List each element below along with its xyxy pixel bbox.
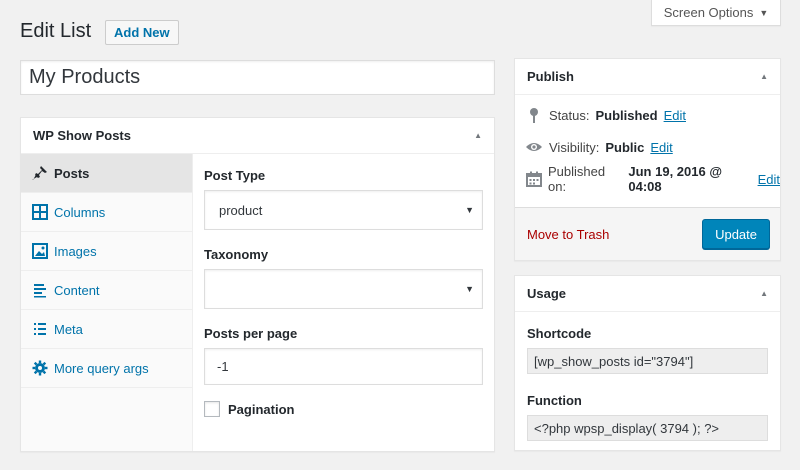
tab-label: Meta (54, 321, 83, 337)
pin-icon (525, 107, 543, 123)
page-title: Edit List (20, 20, 92, 42)
tab-content[interactable]: Content (21, 271, 192, 310)
pagination-checkbox[interactable] (204, 401, 220, 417)
status-row: Status: Published Edit (515, 99, 780, 131)
content-icon (32, 282, 48, 298)
visibility-value: Public (605, 139, 645, 155)
gear-icon (32, 360, 48, 376)
update-button[interactable]: Update (702, 219, 770, 249)
dropdown-arrow-icon: ▼ (465, 205, 474, 215)
collapse-toggle-icon[interactable]: ▲ (760, 289, 768, 298)
visibility-row: Visibility: Public Edit (515, 131, 780, 163)
wp-show-posts-title: WP Show Posts (33, 128, 131, 143)
wp-show-posts-box: WP Show Posts ▲ Posts Columns Images Con… (20, 117, 495, 452)
published-on-value: Jun 19, 2016 @ 04:08 (628, 164, 723, 194)
tab-meta[interactable]: Meta (21, 310, 192, 349)
taxonomy-label: Taxonomy (204, 247, 269, 262)
posts-per-page-label: Posts per page (204, 326, 298, 341)
usage-box: Usage ▲ Shortcode [wp_show_posts id="379… (514, 275, 781, 451)
publish-header: Publish ▲ (515, 59, 780, 95)
pin-icon (32, 165, 48, 181)
posts-per-page-input[interactable]: -1 (204, 348, 483, 385)
calendar-icon (525, 171, 542, 187)
screen-options-button[interactable]: Screen Options ▼ (651, 0, 781, 26)
tab-columns[interactable]: Columns (21, 193, 192, 232)
publish-title: Publish (527, 69, 574, 84)
status-value: Published (595, 107, 658, 123)
image-icon (32, 243, 48, 259)
shortcode-field[interactable]: [wp_show_posts id="3794"] (527, 348, 768, 374)
function-label: Function (527, 393, 582, 408)
edit-visibility-link[interactable]: Edit (650, 140, 672, 155)
post-type-value: product (219, 202, 263, 218)
collapse-toggle-icon[interactable]: ▲ (474, 131, 482, 140)
publish-actions: Move to Trash Update (515, 207, 780, 260)
tab-label: Columns (54, 204, 106, 220)
tab-label: Posts (54, 165, 90, 181)
pagination-label: Pagination (228, 401, 295, 417)
eye-icon (525, 141, 543, 153)
screen-options-label: Screen Options (663, 5, 754, 20)
wpsp-tab-list: Posts Columns Images Content Meta More q… (21, 154, 193, 451)
status-label: Status: (549, 107, 590, 123)
post-title-input[interactable]: My Products (20, 60, 495, 95)
caret-down-icon: ▼ (759, 7, 769, 18)
wp-show-posts-header: WP Show Posts ▲ (21, 118, 494, 154)
taxonomy-select[interactable]: ▼ (204, 269, 483, 309)
tab-label: More query args (54, 360, 149, 376)
visibility-label: Visibility: (549, 139, 600, 155)
tab-images[interactable]: Images (21, 232, 192, 271)
usage-header: Usage ▲ (515, 276, 780, 312)
columns-icon (32, 204, 48, 220)
function-field[interactable]: <?php wpsp_display( 3794 ); ?> (527, 415, 768, 441)
dropdown-arrow-icon: ▼ (465, 284, 474, 294)
post-type-select[interactable]: product ▼ (204, 190, 483, 230)
tab-label: Content (54, 282, 100, 298)
publish-box: Publish ▲ Status: Published Edit Visibil… (514, 58, 781, 261)
published-on-row: Published on: Jun 19, 2016 @ 04:08 Edit (515, 163, 780, 195)
move-to-trash-link[interactable]: Move to Trash (527, 227, 609, 242)
edit-status-link[interactable]: Edit (664, 108, 686, 123)
add-new-button[interactable]: Add New (105, 20, 179, 45)
published-on-label: Published on: (548, 164, 606, 194)
tab-posts[interactable]: Posts (21, 154, 192, 193)
edit-date-link[interactable]: Edit (758, 172, 780, 187)
collapse-toggle-icon[interactable]: ▲ (760, 72, 768, 81)
tab-label: Images (54, 243, 97, 259)
meta-list-icon (32, 321, 48, 337)
posts-settings-panel: Post Type product ▼ Taxonomy ▼ Posts per… (193, 154, 494, 451)
tab-more-query-args[interactable]: More query args (21, 349, 192, 388)
post-type-label: Post Type (204, 168, 266, 183)
shortcode-label: Shortcode (527, 326, 592, 341)
pagination-option: Pagination (204, 401, 483, 417)
usage-title: Usage (527, 286, 567, 301)
